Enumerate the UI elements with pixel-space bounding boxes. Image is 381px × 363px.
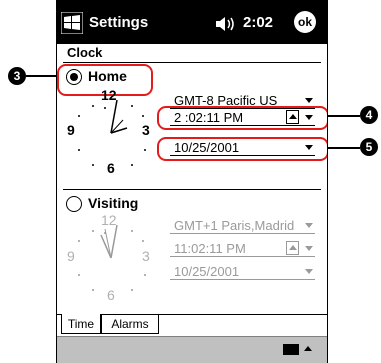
home-clock-6: 6	[107, 160, 115, 176]
up-arrow-icon[interactable]	[304, 346, 312, 351]
visiting-label[interactable]: Visiting	[88, 195, 138, 211]
visiting-timezone-value: GMT+1 Paris,Madrid	[174, 217, 295, 233]
windows-start-icon[interactable]	[61, 12, 83, 34]
chevron-down-icon	[305, 145, 313, 150]
tab-alarms[interactable]: Alarms	[101, 314, 159, 334]
visiting-date-dropdown[interactable]: 10/25/2001	[170, 263, 315, 280]
callout-5-leader	[326, 147, 360, 149]
tab-time[interactable]: Time	[61, 314, 101, 334]
up-arrow-icon	[289, 245, 297, 250]
home-analog-clock	[78, 99, 146, 166]
home-date-value: 10/25/2001	[174, 139, 240, 155]
home-date-dropdown[interactable]: 10/25/2001	[170, 139, 315, 156]
visiting-time-up-button[interactable]	[286, 241, 299, 255]
visiting-time-value: 11:02:11 PM	[174, 240, 246, 256]
visiting-timezone-dropdown[interactable]: GMT+1 Paris,Madrid	[170, 217, 315, 234]
chevron-down-icon	[305, 223, 313, 228]
section-divider	[63, 189, 321, 190]
home-clock-12: 12	[101, 87, 117, 103]
callout-3: 3	[8, 67, 26, 85]
up-arrow-icon	[289, 114, 297, 119]
home-radio-dot	[70, 73, 78, 81]
home-clock-3: 3	[142, 122, 150, 138]
visiting-time-field[interactable]: 11:02:11 PM	[170, 240, 315, 257]
visiting-clock-3: 3	[142, 248, 150, 264]
visiting-clock-9: 9	[67, 248, 75, 264]
ok-button[interactable]: ok	[294, 11, 316, 33]
visiting-clock-12: 12	[101, 212, 117, 228]
heading-divider	[63, 62, 321, 63]
visiting-radio[interactable]	[66, 196, 82, 212]
chevron-down-icon	[305, 269, 313, 274]
callout-5: 5	[360, 138, 378, 156]
visiting-date-value: 10/25/2001	[174, 263, 240, 279]
home-radio[interactable]	[66, 69, 82, 85]
time-up-button[interactable]	[286, 110, 299, 124]
titlebar-clock[interactable]: 2:02	[243, 14, 273, 31]
visiting-analog-clock	[78, 224, 146, 291]
speaker-icon[interactable]	[215, 17, 237, 31]
page-heading: Clock	[67, 45, 103, 60]
home-time-value: 2 :02:11 PM	[174, 109, 244, 125]
window-title: Settings	[89, 14, 149, 31]
chevron-down-icon[interactable]	[305, 115, 313, 120]
visiting-clock-6: 6	[107, 287, 115, 303]
home-time-field[interactable]: 2 :02:11 PM	[170, 109, 315, 126]
device-screen: Settings 2:02 ok Clock Home 12 3 6 9 GMT…	[56, 0, 328, 363]
chevron-down-icon[interactable]	[305, 246, 313, 251]
home-clock-9: 9	[67, 122, 75, 138]
callout-4: 4	[360, 106, 378, 124]
keyboard-icon[interactable]	[283, 344, 299, 355]
home-label[interactable]: Home	[88, 68, 127, 84]
chevron-down-icon	[305, 98, 313, 103]
callout-4-leader	[326, 115, 360, 117]
